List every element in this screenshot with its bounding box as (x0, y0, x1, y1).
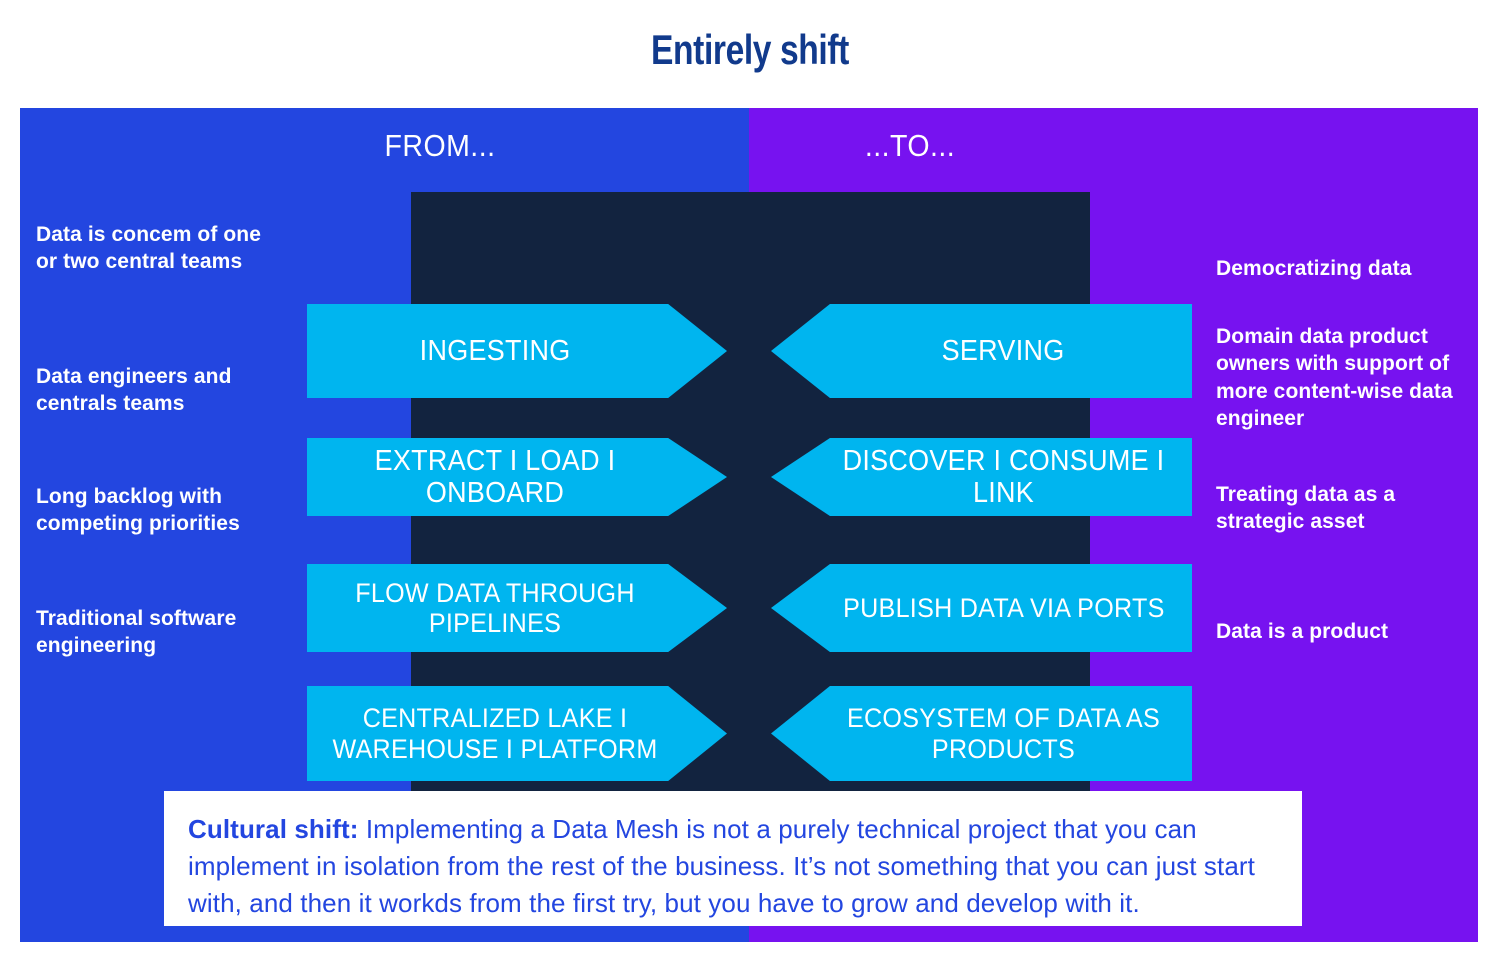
to-chevron-0[interactable]: SERVING (771, 304, 1192, 398)
page-title: Entirely shift (651, 26, 849, 73)
to-chevron-label-1: DISCOVER I CONSUME I LINK (842, 444, 1165, 509)
from-chevron-label-3: CENTRALIZED LAKE I WAREHOUSE I PLATFORM (332, 703, 658, 764)
from-chevron-label-1: EXTRACT I LOAD I ONBOARD (374, 444, 616, 509)
from-chevron-3[interactable]: CENTRALIZED LAKE I WAREHOUSE I PLATFORM (307, 686, 727, 781)
shift-panel: FROM... ...TO... INGESTING SERVING EXTRA… (20, 108, 1478, 942)
to-chevron-1[interactable]: DISCOVER I CONSUME I LINK (771, 438, 1192, 516)
from-chevron-label-2: FLOW DATA THROUGH PIPELINES (355, 577, 635, 638)
to-side-label-3: Data is a product (1216, 620, 1389, 643)
cultural-shift-note: Cultural shift: Implementing a Data Mesh… (164, 791, 1302, 926)
to-chevron-label-2: PUBLISH DATA VIA PORTS (842, 592, 1165, 623)
from-side-label-1: Data engineers and centrals teams (36, 365, 232, 416)
to-chevron-label-3: ECOSYSTEM OF DATA AS PRODUCTS (846, 703, 1161, 764)
column-header-from: FROM... (384, 128, 496, 163)
to-side-label-0: Democratizing data (1216, 257, 1412, 280)
diagram-canvas: Entirely shift FROM... ...TO... INGESTIN… (0, 0, 1500, 959)
column-header-to: ...TO... (864, 128, 956, 163)
to-chevron-label-0: SERVING (942, 334, 1065, 367)
from-side-label-2: Long backlog with competing priorities (36, 485, 240, 536)
cultural-shift-note-lead: Cultural shift: (188, 814, 359, 844)
from-chevron-1[interactable]: EXTRACT I LOAD I ONBOARD (307, 438, 727, 516)
to-side-label-1: Domain data product owners with support … (1216, 325, 1453, 430)
to-chevron-2[interactable]: PUBLISH DATA VIA PORTS (771, 564, 1192, 652)
from-chevron-0[interactable]: INGESTING (307, 304, 727, 398)
to-side-label-2: Treating data as a strategic asset (1216, 483, 1396, 534)
from-side-label-0: Data is concem of one or two central tea… (36, 223, 261, 274)
from-chevron-label-0: INGESTING (419, 334, 571, 367)
from-chevron-2[interactable]: FLOW DATA THROUGH PIPELINES (307, 564, 727, 652)
from-side-label-3: Traditional software engineering (36, 607, 237, 658)
to-chevron-3[interactable]: ECOSYSTEM OF DATA AS PRODUCTS (771, 686, 1192, 781)
